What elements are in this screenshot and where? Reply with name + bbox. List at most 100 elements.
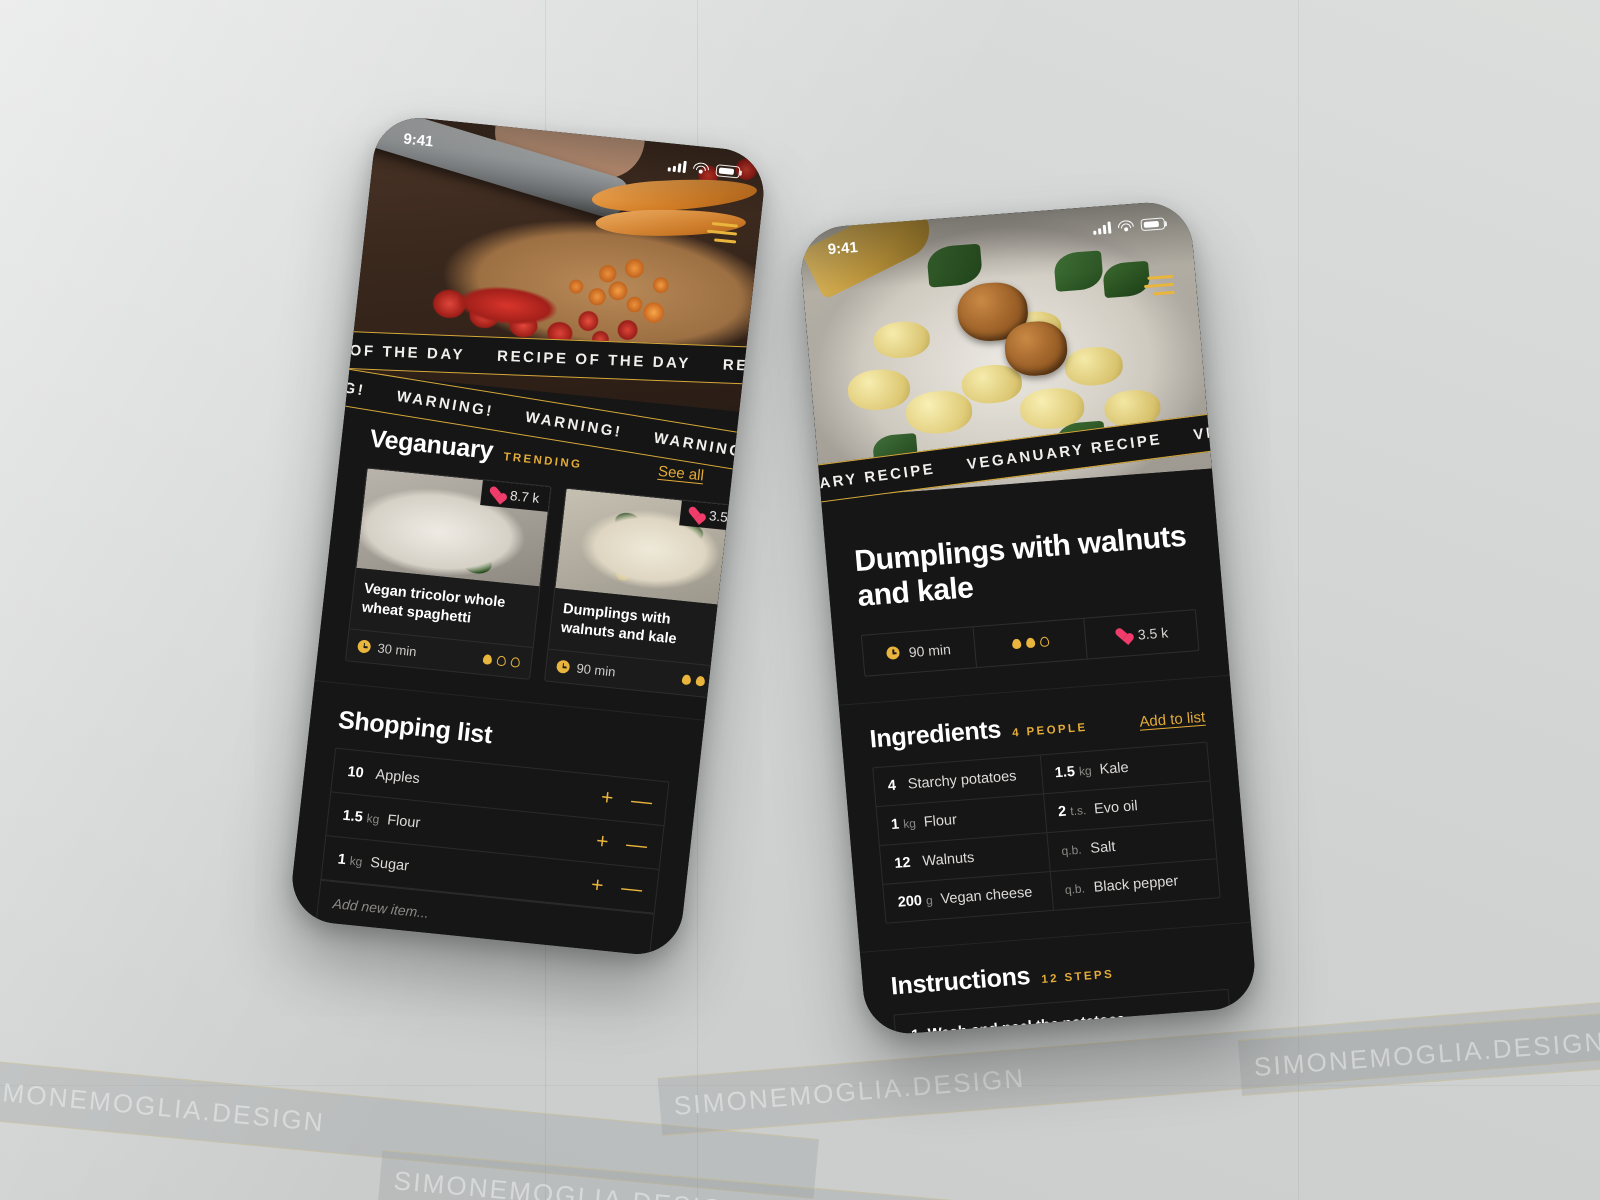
- quantity-stepper[interactable]: + —: [600, 786, 654, 814]
- quantity-stepper[interactable]: + —: [595, 830, 649, 858]
- wifi-icon: [1117, 219, 1134, 233]
- ingredient-qty: 2: [1057, 803, 1067, 821]
- status-time: 9:41: [827, 238, 859, 258]
- stat-likes: 3.5 k: [1085, 610, 1199, 658]
- ingredients-column-left: 4 Starchy potatoes 1 kg Flour 12 Walnuts 200…: [873, 755, 1054, 923]
- decrement-button[interactable]: —: [625, 833, 648, 858]
- ingredient-name: Flour: [923, 811, 958, 831]
- stat-time: 90 min: [861, 627, 977, 676]
- spice-level: [481, 652, 521, 669]
- ingredient-qty: 12: [893, 854, 912, 872]
- item-unit: [367, 767, 369, 781]
- item-qty: 10: [346, 763, 365, 782]
- instructions-title: Instructions: [889, 961, 1032, 1001]
- cook-time: 90 min: [555, 659, 617, 680]
- cook-time: 30 min: [356, 639, 418, 660]
- battery-icon: [715, 164, 741, 179]
- ingredient-unit: kg: [1078, 763, 1093, 779]
- ingredient-qty: 4: [887, 777, 897, 794]
- wall-seam: [1298, 0, 1299, 1200]
- flame-icon: [1010, 637, 1022, 651]
- item-name: Flour: [386, 812, 422, 832]
- screen-recipe-detail: 9:41 VEGANUARY RECIPE VEGANUARY RECIPE V…: [797, 199, 1259, 1037]
- trending-title: Veganuary: [368, 424, 495, 465]
- ingredient-qty: 200: [897, 892, 923, 911]
- ingredients-title: Ingredients: [868, 715, 1003, 754]
- add-to-list-link[interactable]: Add to list: [1139, 709, 1206, 731]
- spice-level: [1010, 635, 1050, 651]
- hamburger-menu-icon[interactable]: [706, 222, 739, 244]
- battery-icon: [1140, 217, 1166, 232]
- see-all-link[interactable]: See all: [657, 463, 705, 485]
- item-qty: 1.5: [341, 807, 364, 826]
- shopping-list: 10 Apples + — 1.5 kg Flour + — 1 kg Suga…: [315, 747, 670, 958]
- decrement-button[interactable]: —: [620, 877, 643, 902]
- ticker-text: RECIPE OF THE DAY: [496, 347, 692, 372]
- flame-icon: [680, 672, 692, 686]
- ingredient-unit: kg: [902, 816, 917, 831]
- ingredient-unit: q.b.: [1060, 842, 1083, 858]
- stat-spice: [973, 618, 1089, 667]
- increment-button[interactable]: +: [600, 786, 615, 810]
- studio-backdrop: SIMONEMOGLIA.DESIGN SIMONEMOGLIA.DESIGN …: [0, 0, 1600, 1200]
- ingredient-unit: t.s.: [1069, 802, 1087, 819]
- ingredient-name: Evo oil: [1093, 797, 1139, 818]
- flame-icon: [509, 655, 521, 669]
- ingredient-name: Starchy potatoes: [907, 768, 1018, 793]
- flame-icon: [495, 654, 507, 668]
- cook-time-text: 90 min: [575, 660, 617, 680]
- clock-icon: [356, 639, 372, 654]
- like-count: 8.7 k: [509, 488, 541, 506]
- item-unit: kg: [365, 810, 381, 827]
- heart-icon: [687, 507, 702, 521]
- ingredient-name: Kale: [1098, 759, 1130, 778]
- ticker-text: VEGANUARY RECIPE: [797, 459, 937, 503]
- recipe-card[interactable]: 8.7 k Vegan tricolor whole wheat spaghet…: [344, 467, 552, 681]
- ingredient-name: Salt: [1089, 838, 1117, 857]
- item-name: Sugar: [369, 854, 410, 875]
- ingredients-grid: 4 Starchy potatoes 1 kg Flour 12 Walnuts 200…: [872, 741, 1221, 924]
- stat-time-text: 90 min: [908, 640, 952, 660]
- decrement-button[interactable]: —: [630, 789, 653, 814]
- item-name: Apples: [374, 766, 421, 787]
- cook-time-text: 30 min: [376, 640, 418, 660]
- flame-icon: [1024, 636, 1036, 650]
- status-time: 9:41: [402, 129, 435, 150]
- flame-icon: [1038, 635, 1050, 649]
- steps-badge: 12 STEPS: [1040, 968, 1115, 986]
- increment-button[interactable]: +: [595, 830, 610, 854]
- recipe-card-list[interactable]: 8.7 k Vegan tricolor whole wheat spaghet…: [344, 467, 769, 721]
- page-title: Dumplings with walnuts and kale: [853, 519, 1188, 614]
- stat-likes-text: 3.5 k: [1137, 624, 1169, 643]
- quantity-stepper[interactable]: + —: [590, 873, 644, 902]
- recipe-detail-content: Dumplings with walnuts and kale 90 min 3…: [822, 490, 1259, 1037]
- watermark-text: SIMONEMOGLIA.DESIGN: [0, 1073, 327, 1137]
- flame-icon: [694, 674, 706, 688]
- flame-icon: [481, 652, 493, 666]
- ingredients-section: Ingredients 4 PEOPLE Add to list 4 Starch…: [838, 674, 1249, 926]
- ingredient-name: Vegan cheese: [939, 884, 1033, 908]
- ingredient-unit: q.b.: [1064, 881, 1086, 897]
- recipe-card-image: 8.7 k: [356, 468, 551, 587]
- watermark-text: SIMONEMOGLIA.DESIGN: [672, 1062, 1027, 1121]
- increment-button[interactable]: +: [590, 873, 605, 897]
- home-content: Veganuary TRENDING See all 8.7 k Vegan t…: [287, 395, 769, 959]
- ingredient-qty: 1.5: [1054, 763, 1076, 782]
- recipe-stats: 90 min 3.5 k: [860, 608, 1200, 677]
- ingredient-unit: g: [925, 892, 934, 908]
- wifi-icon: [692, 161, 710, 176]
- signal-bars-icon: [1092, 221, 1112, 235]
- heart-icon: [1114, 629, 1129, 643]
- item-unit: kg: [349, 853, 364, 869]
- ingredient-name: Black pepper: [1093, 873, 1179, 896]
- trending-badge: TRENDING: [502, 451, 583, 472]
- item-qty: 1: [336, 851, 347, 868]
- shopping-list-section: Shopping list 10Apples + — 1.5kgFlour: [287, 680, 705, 959]
- hamburger-menu-icon[interactable]: [1143, 274, 1175, 296]
- ingredient-name: Walnuts: [921, 849, 975, 870]
- servings-badge: 4 PEOPLE: [1011, 721, 1088, 740]
- heart-icon: [489, 487, 504, 501]
- phone-mockup-recipe-detail: 9:41 VEGANUARY RECIPE VEGANUARY RECIPE V…: [797, 199, 1259, 1037]
- watermark-text: SIMONEMOGLIA.DESIGN: [1252, 1025, 1600, 1082]
- signal-bars-icon: [667, 159, 687, 174]
